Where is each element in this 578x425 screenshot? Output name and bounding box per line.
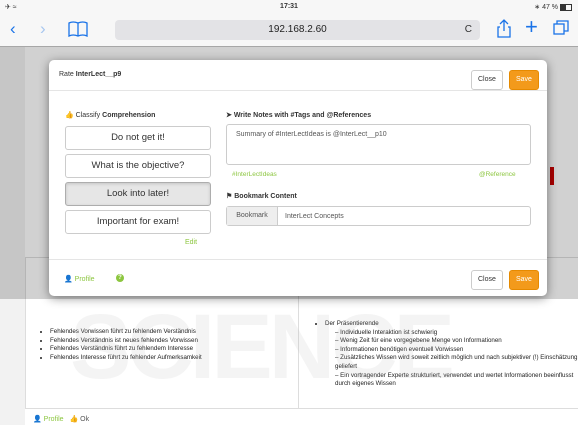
classify-option-objective[interactable]: What is the objective? xyxy=(65,154,211,178)
reference-link[interactable]: @Reference xyxy=(479,171,516,178)
modal-title-name: InterLect__p9 xyxy=(75,71,122,78)
browser-toolbar: ‹ › 192.168.2.60 C + xyxy=(0,14,578,47)
bluetooth-icon: ∗ xyxy=(534,4,541,11)
help-icon[interactable]: ? xyxy=(116,274,124,282)
profile-label: Profile xyxy=(74,276,95,283)
classify-heading-prefix: Classify xyxy=(75,112,101,119)
classify-heading: 👍 Classify Comprehension xyxy=(65,111,155,119)
tabs-overview-icon[interactable] xyxy=(553,20,569,36)
tag-link[interactable]: #InterLectIdeas xyxy=(232,171,277,178)
page-profile-label: Profile xyxy=(43,416,64,423)
notes-textarea[interactable]: Summary of #InterLectIdeas is @InterLect… xyxy=(226,124,531,165)
share-icon[interactable] xyxy=(497,19,511,38)
page-ok-label: Ok xyxy=(80,416,90,423)
thumbs-up-icon: 👍 xyxy=(65,112,74,119)
page-bottom-links: 👤 Profile 👍 Ok xyxy=(33,415,89,423)
classify-option-look-into-later[interactable]: Look into later! xyxy=(65,182,211,206)
status-bar: ✈ ≈ 17:31 ∗ 47 % xyxy=(0,0,578,14)
classify-heading-bold: Comprehension xyxy=(102,112,156,119)
watermark: SCIENCE xyxy=(70,296,455,398)
modal-title-prefix: Rate xyxy=(59,71,74,78)
tags-icon: ➤ xyxy=(226,112,232,119)
notes-text: Summary of #InterLectIdeas is @InterLect… xyxy=(236,131,387,138)
bookmark-input[interactable] xyxy=(277,207,535,225)
new-tab-plus-icon[interactable]: + xyxy=(525,16,538,38)
footer-save-button[interactable]: Save xyxy=(509,270,539,290)
battery-indicator: ∗ 47 % xyxy=(534,3,572,11)
bookmark-heading-text: Bookmark Content xyxy=(234,193,297,200)
address-bar[interactable]: 192.168.2.60 C xyxy=(115,20,480,40)
edit-link[interactable]: Edit xyxy=(185,239,197,246)
rate-modal: Rate InterLect__p9 Close Save 👍 Classify… xyxy=(49,60,547,296)
classify-option-do-not-get-it[interactable]: Do not get it! xyxy=(65,126,211,150)
profile-link[interactable]: 👤 Profile xyxy=(64,275,95,283)
save-button[interactable]: Save xyxy=(509,70,539,90)
battery-icon xyxy=(560,3,572,11)
url-text: 192.168.2.60 xyxy=(268,24,327,35)
page-ok-link[interactable]: 👍 Ok xyxy=(69,416,89,423)
modal-header: Rate InterLect__p9 Close Save xyxy=(49,60,547,91)
user-icon: 👤 xyxy=(64,276,73,283)
page-profile-link[interactable]: 👤 Profile xyxy=(33,416,64,423)
bookmark-input-group: Bookmark xyxy=(226,206,535,226)
notes-heading-text: Write Notes with #Tags and @References xyxy=(233,112,372,119)
modal-footer: 👤 Profile ? Close Save xyxy=(49,259,547,297)
close-button[interactable]: Close xyxy=(471,70,503,90)
battery-percent: 47 % xyxy=(542,4,559,11)
status-time: 17:31 xyxy=(280,3,298,10)
bookmark-heading: ⚑ Bookmark Content xyxy=(226,192,297,200)
classify-option-important-for-exam[interactable]: Important for exam! xyxy=(65,210,211,234)
bookmarks-book-icon[interactable] xyxy=(68,21,88,37)
footer-close-button[interactable]: Close xyxy=(471,270,503,290)
forward-chevron-icon[interactable]: › xyxy=(40,20,46,38)
notes-heading: ➤ Write Notes with #Tags and @References xyxy=(226,111,371,119)
flag-icon: ⚑ xyxy=(226,193,233,200)
modal-title: Rate InterLect__p9 xyxy=(59,71,121,78)
reload-icon[interactable]: C xyxy=(465,20,472,40)
back-chevron-icon[interactable]: ‹ xyxy=(10,20,16,38)
bookmark-addon-label: Bookmark xyxy=(227,207,278,225)
